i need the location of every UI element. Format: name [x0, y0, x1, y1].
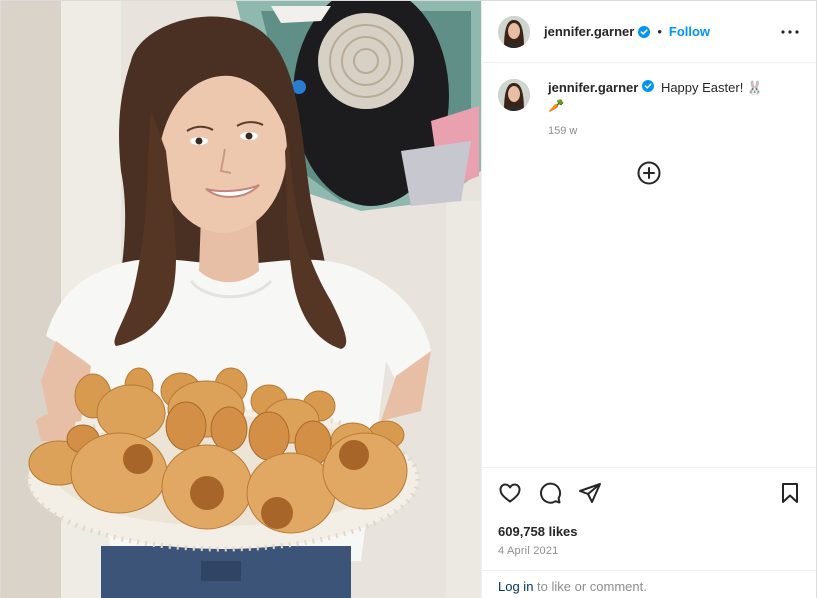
bookmark-icon[interactable] [778, 481, 802, 505]
verified-badge-icon [642, 80, 655, 92]
header-separator: • [657, 24, 662, 39]
caption-avatar[interactable] [498, 79, 530, 111]
post-photo[interactable] [1, 1, 481, 598]
author-username[interactable]: jennifer.garner [544, 24, 634, 39]
caption-body: jennifer.garner Happy Easter! 🐰 🥕 159 w [548, 79, 800, 137]
post-header: jennifer.garner • Follow [482, 1, 816, 63]
instagram-post: jennifer.garner • Follow jennifer.garner… [0, 0, 817, 598]
action-bar [482, 468, 816, 518]
comment-icon[interactable] [538, 481, 562, 505]
login-suffix: to like or comment. [533, 579, 647, 594]
caption-username[interactable]: jennifer.garner [548, 80, 638, 95]
caption-text-2: 🥕 [548, 98, 565, 113]
likes-count[interactable]: 609,758 likes [482, 524, 816, 539]
post-side-panel: jennifer.garner • Follow jennifer.garner… [481, 1, 816, 598]
login-link[interactable]: Log in [498, 579, 533, 594]
actions-area: 609,758 likes 4 April 2021 [482, 467, 816, 557]
heart-icon[interactable] [498, 481, 522, 505]
caption-text: Happy Easter! 🐰 [660, 80, 764, 95]
post-caption: jennifer.garner Happy Easter! 🐰 🥕 159 w [482, 63, 816, 137]
verified-badge-icon [638, 25, 651, 38]
post-date[interactable]: 4 April 2021 [482, 545, 816, 557]
author-avatar[interactable] [498, 15, 530, 48]
follow-button[interactable]: Follow [669, 24, 710, 39]
share-icon[interactable] [578, 481, 602, 505]
caption-line: jennifer.garner Happy Easter! 🐰 🥕 [548, 79, 800, 115]
easter-buns-photo [1, 1, 481, 598]
more-options-icon[interactable] [778, 20, 802, 44]
plus-circle-icon[interactable] [637, 161, 661, 185]
avatar-image [498, 79, 530, 111]
login-prompt: Log in to like or comment. [482, 570, 816, 598]
avatar-image [498, 15, 530, 48]
caption-age[interactable]: 159 w [548, 125, 800, 137]
